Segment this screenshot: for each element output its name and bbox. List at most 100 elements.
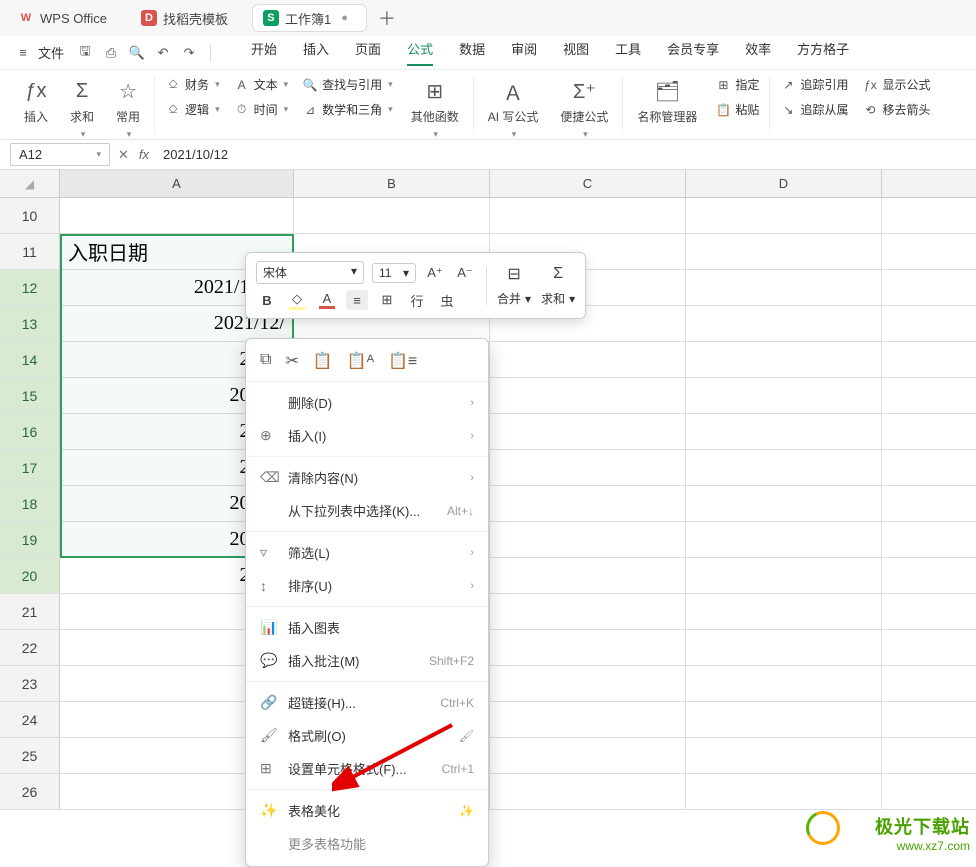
col-header-a[interactable]: A xyxy=(60,170,294,197)
row-header[interactable]: 16 xyxy=(0,414,60,449)
cell[interactable] xyxy=(60,198,294,233)
font-color-button[interactable]: A xyxy=(316,290,338,310)
file-menu[interactable]: 文件 xyxy=(38,43,64,62)
ctx-clear[interactable]: ⌫清除内容(N)› xyxy=(246,461,488,494)
row-header[interactable]: 15 xyxy=(0,378,60,413)
select-all-corner[interactable]: ◢ xyxy=(0,170,60,197)
menu-efficiency[interactable]: 效率 xyxy=(745,39,771,66)
tab-sheet[interactable]: S 工作簿1 ● xyxy=(252,4,367,32)
define-name-button[interactable]: ⊞指定 xyxy=(715,76,759,93)
menu-view[interactable]: 视图 xyxy=(563,39,589,66)
menu-tools[interactable]: 工具 xyxy=(615,39,641,66)
trace-precedents-button[interactable]: ↗追踪引用 xyxy=(780,76,848,93)
math-button[interactable]: ⊿数学和三角 xyxy=(302,101,393,118)
row-header[interactable]: 11 xyxy=(0,234,60,269)
show-formula-button[interactable]: ƒx显示公式 xyxy=(862,76,930,93)
row-header[interactable]: 18 xyxy=(0,486,60,521)
ctx-hyperlink[interactable]: 🔗超链接(H)...Ctrl+K xyxy=(246,686,488,719)
tab-shell[interactable]: D 找稻壳模板 xyxy=(131,4,246,32)
shrink-font-icon[interactable]: A⁻ xyxy=(454,263,476,283)
grow-font-icon[interactable]: A⁺ xyxy=(424,263,446,283)
name-box[interactable]: A12 ▾ xyxy=(10,143,110,166)
sum-icon[interactable]: Σ xyxy=(547,264,569,284)
cancel-icon[interactable]: ✕ xyxy=(118,147,129,163)
menu-start[interactable]: 开始 xyxy=(251,39,277,66)
name-manager-button[interactable]: 🗂名称管理器 xyxy=(633,76,701,127)
row-header[interactable]: 17 xyxy=(0,450,60,485)
formula-input[interactable]: 2021/10/12 xyxy=(157,145,966,164)
row-header[interactable]: 24 xyxy=(0,702,60,737)
ctx-format-painter[interactable]: 🖌格式刷(O)🖌 xyxy=(246,719,488,752)
tab-close-icon[interactable]: ● xyxy=(341,12,348,24)
ctx-sort[interactable]: ↕排序(U)› xyxy=(246,569,488,602)
row-header[interactable]: 19 xyxy=(0,522,60,557)
col-header-c[interactable]: C xyxy=(490,170,686,197)
copy-icon[interactable]: ⧉ xyxy=(260,351,271,371)
undo-icon[interactable]: ↶ xyxy=(152,42,174,64)
menu-review[interactable]: 审阅 xyxy=(511,39,537,66)
sum-button[interactable]: Σ求和 xyxy=(66,76,98,142)
merge-button[interactable]: 合并▾ xyxy=(497,290,531,307)
finance-button[interactable]: ⎐财务 xyxy=(165,76,220,93)
ctx-beautify[interactable]: ✨表格美化✨ xyxy=(246,794,488,827)
print-icon[interactable]: ⎙ xyxy=(100,42,122,64)
menu-page[interactable]: 页面 xyxy=(355,39,381,66)
remove-arrows-button[interactable]: ⟲移去箭头 xyxy=(862,101,930,118)
ctx-cell-format[interactable]: ⊞设置单元格格式(F)...Ctrl+1 xyxy=(246,752,488,785)
ctx-comment[interactable]: 💬插入批注(M)Shift+F2 xyxy=(246,644,488,677)
ctx-chart[interactable]: 📊插入图表 xyxy=(246,611,488,644)
bold-button[interactable]: B xyxy=(256,290,278,310)
merge-icon[interactable]: ⊟ xyxy=(503,264,525,284)
col-header-b[interactable]: B xyxy=(294,170,490,197)
preview-icon[interactable]: 🔍 xyxy=(126,42,148,64)
fx-icon[interactable]: fx xyxy=(139,147,149,163)
ctx-more[interactable]: 更多表格功能 xyxy=(246,827,488,860)
paste-special-icon[interactable]: 📋ᴬ xyxy=(347,351,374,371)
lookup-button[interactable]: 🔍查找与引用 xyxy=(302,76,393,93)
insert-col-icon[interactable]: ⾍ xyxy=(436,290,458,310)
row-header[interactable]: 20 xyxy=(0,558,60,593)
paste-icon[interactable]: 📋 xyxy=(313,351,333,371)
menu-ffgz[interactable]: 方方格子 xyxy=(797,39,849,66)
trace-dependents-button[interactable]: ↘追踪从属 xyxy=(780,101,848,118)
sum-button[interactable]: 求和▾ xyxy=(541,290,575,307)
row-header[interactable]: 25 xyxy=(0,738,60,773)
save-icon[interactable]: 🖫 xyxy=(74,42,96,64)
cut-icon[interactable]: ✂ xyxy=(285,351,298,371)
paste-name-button[interactable]: 📋粘贴 xyxy=(715,101,759,118)
row-header[interactable]: 21 xyxy=(0,594,60,629)
menu-insert[interactable]: 插入 xyxy=(303,39,329,66)
new-tab-button[interactable]: ＋ xyxy=(373,4,401,32)
hamburger-icon[interactable]: ≡ xyxy=(12,42,34,64)
logic-button[interactable]: ⎐逻辑 xyxy=(165,101,220,118)
row-header[interactable]: 22 xyxy=(0,630,60,665)
font-select[interactable]: 宋体▾ xyxy=(256,261,364,284)
other-fn-button[interactable]: ⊞其他函数 xyxy=(407,76,463,142)
menu-formula[interactable]: 公式 xyxy=(407,39,433,66)
ctx-dropdown[interactable]: 从下拉列表中选择(K)...Alt+↓ xyxy=(246,494,488,527)
row-header[interactable]: 12 xyxy=(0,270,60,305)
row-header[interactable]: 26 xyxy=(0,774,60,809)
quick-formula-button[interactable]: Σ⁺便捷公式 xyxy=(556,76,612,142)
col-header-d[interactable]: D xyxy=(686,170,882,197)
insert-function-button[interactable]: ƒx插入 xyxy=(20,76,52,127)
row-header[interactable]: 13 xyxy=(0,306,60,341)
row-header[interactable]: 14 xyxy=(0,342,60,377)
text-button[interactable]: A文本 xyxy=(234,76,289,93)
menu-data[interactable]: 数据 xyxy=(459,39,485,66)
ai-formula-button[interactable]: ＡAI 写公式 xyxy=(484,76,543,142)
menu-member[interactable]: 会员专享 xyxy=(667,39,719,66)
tab-wps[interactable]: W WPS Office xyxy=(8,4,125,32)
ctx-insert[interactable]: ⊕插入(I)› xyxy=(246,419,488,452)
highlight-button[interactable]: ◇ xyxy=(286,290,308,310)
paste-values-icon[interactable]: 📋≡ xyxy=(388,351,417,371)
row-header[interactable]: 23 xyxy=(0,666,60,701)
insert-row-icon[interactable]: ⾏ xyxy=(406,290,428,310)
row-header[interactable]: 10 xyxy=(0,198,60,233)
ctx-filter[interactable]: ▿筛选(L)› xyxy=(246,536,488,569)
align-button[interactable]: ≡ xyxy=(346,290,368,310)
time-button[interactable]: ⏱时间 xyxy=(234,101,289,118)
ctx-delete[interactable]: 删除(D)› xyxy=(246,386,488,419)
redo-icon[interactable]: ↷ xyxy=(178,42,200,64)
border-button[interactable]: ⊞ xyxy=(376,290,398,310)
